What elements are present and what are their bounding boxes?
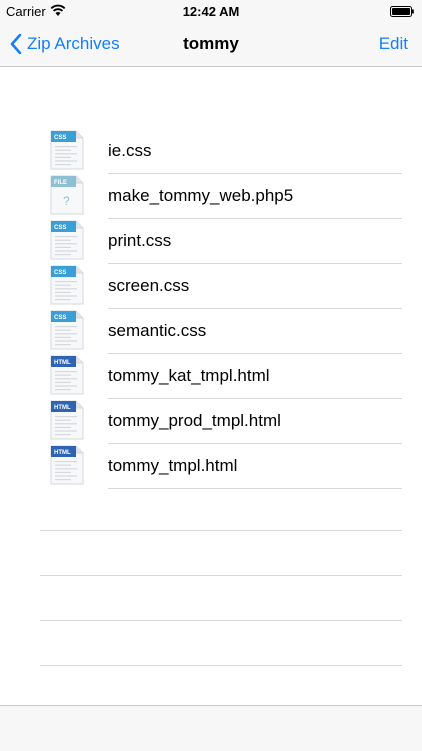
battery-icon [390,6,414,17]
svg-text:HTML: HTML [54,450,71,456]
css-file-icon: CSS [50,220,84,260]
bottom-toolbar [0,705,422,751]
file-name: tommy_kat_tmpl.html [108,366,270,385]
svg-text:CSS: CSS [54,135,66,141]
status-bar: Carrier 12:42 AM [0,0,422,22]
status-time: 12:42 AM [182,4,240,19]
list-separator [40,620,402,621]
svg-text:CSS: CSS [54,315,66,321]
navigation-bar: Zip Archives tommy Edit [0,22,422,67]
file-row[interactable]: HTML tommy_prod_tmpl.html [0,399,422,444]
html-file-icon: HTML [50,355,84,395]
file-name: make_tommy_web.php5 [108,186,294,205]
css-file-icon: CSS [50,265,84,305]
svg-text:FILE: FILE [54,180,67,186]
file-name: tommy_tmpl.html [108,456,238,475]
page-title: tommy [183,34,239,53]
list-separator [40,665,402,666]
file-name: ie.css [108,141,152,160]
row-separator [108,488,402,489]
svg-text:HTML: HTML [54,360,71,366]
svg-text:CSS: CSS [54,225,66,231]
file-row[interactable]: HTML tommy_tmpl.html [0,444,422,489]
file-name: tommy_prod_tmpl.html [108,411,281,430]
html-file-icon: HTML [50,445,84,485]
svg-text:?: ? [63,194,70,208]
file-name: print.css [108,231,172,250]
css-file-icon: CSS [50,130,84,170]
svg-text:HTML: HTML [54,405,71,411]
edit-button[interactable]: Edit [379,34,408,54]
file-name: screen.css [108,276,190,295]
list-separator [40,530,402,531]
svg-text:CSS: CSS [54,270,66,276]
list-separator [40,575,402,576]
file-row[interactable]: CSS print.css [0,219,422,264]
generic-file-icon: FILE? [50,175,84,215]
css-file-icon: CSS [50,310,84,350]
file-row[interactable]: CSS ie.css [0,129,422,174]
html-file-icon: HTML [50,400,84,440]
file-row[interactable]: FILE? make_tommy_web.php5 [0,174,422,219]
file-row[interactable]: HTML tommy_kat_tmpl.html [0,354,422,399]
file-list: CSS ie.css FILE? make_tommy_web.php5 CSS prin… [0,129,422,489]
file-row[interactable]: CSS screen.css [0,264,422,309]
file-name: semantic.css [108,321,207,340]
file-row[interactable]: CSS semantic.css [0,309,422,354]
